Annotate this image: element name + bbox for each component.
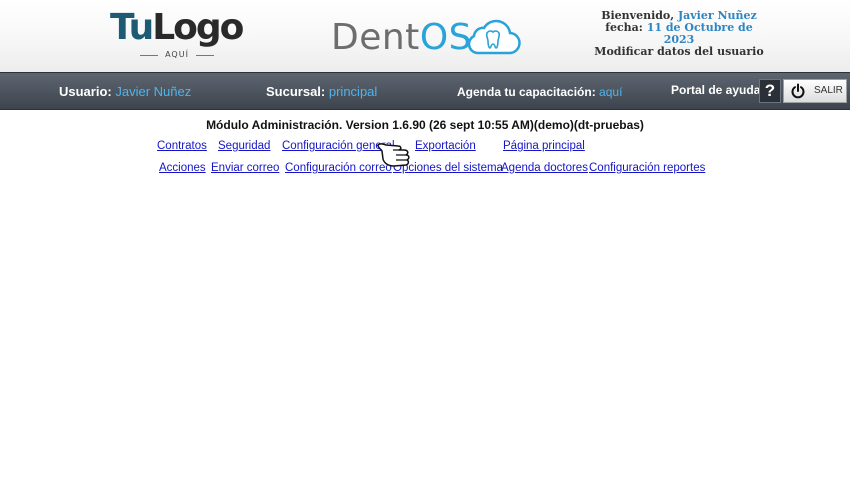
logout-label: SALIR <box>814 85 843 96</box>
nav-training: Agenda tu capacitación: aquí <box>457 85 622 99</box>
company-logo: TuLogo AQUÍ <box>110 7 244 62</box>
link-seguridad[interactable]: Seguridad <box>218 140 270 152</box>
date-value: 11 de Octubre de 2023 <box>646 21 753 46</box>
logout-button[interactable]: SALIR <box>783 79 847 103</box>
nav-user-label: Usuario: <box>59 84 112 99</box>
nav-branch: Sucursal: principal <box>266 84 377 99</box>
logo-text-part2: Logo <box>152 7 244 48</box>
logo-text-part1: Tu <box>110 7 154 48</box>
help-portal-link[interactable]: Portal de ayuda <box>671 83 760 97</box>
brand-text-part1: Dent <box>331 17 420 58</box>
cloud-tooth-icon <box>467 19 521 55</box>
hand-pointer-cursor-icon <box>377 143 410 167</box>
link-contratos[interactable]: Contratos <box>157 140 207 152</box>
nav-training-label: Agenda tu capacitación: <box>457 85 596 99</box>
link-configuracion-reportes[interactable]: Configuración reportes <box>589 162 705 174</box>
nav-training-link[interactable]: aquí <box>599 85 622 99</box>
question-icon: ? <box>764 81 776 100</box>
nav-branch-value[interactable]: principal <box>329 84 377 99</box>
nav-user: Usuario: Javier Nuñez <box>59 84 191 99</box>
link-agenda-doctores[interactable]: Agenda doctores <box>501 162 588 174</box>
app-header: TuLogo AQUÍ DentOS Bienvenido, Javier Nu… <box>0 0 850 72</box>
logo-subtitle: AQUÍ <box>138 50 216 59</box>
nav-user-value: Javier Nuñez <box>115 84 192 99</box>
nav-branch-label: Sucursal: <box>266 84 326 99</box>
power-icon <box>791 83 805 99</box>
user-info: Bienvenido, Javier Nuñez fecha: 11 de Oc… <box>590 10 768 58</box>
link-exportacion[interactable]: Exportación <box>415 140 476 152</box>
modify-user-link[interactable]: Modificar datos del usuario <box>590 46 768 58</box>
link-acciones[interactable]: Acciones <box>159 162 206 174</box>
link-pagina-principal[interactable]: Página principal <box>503 140 585 152</box>
link-enviar-correo[interactable]: Enviar correo <box>211 162 279 174</box>
top-navbar: Usuario: Javier Nuñez Sucursal: principa… <box>0 72 850 110</box>
module-title: Módulo Administración. Version 1.6.90 (2… <box>206 118 644 132</box>
help-button[interactable]: ? <box>759 79 781 103</box>
date-label: fecha: <box>605 21 643 34</box>
